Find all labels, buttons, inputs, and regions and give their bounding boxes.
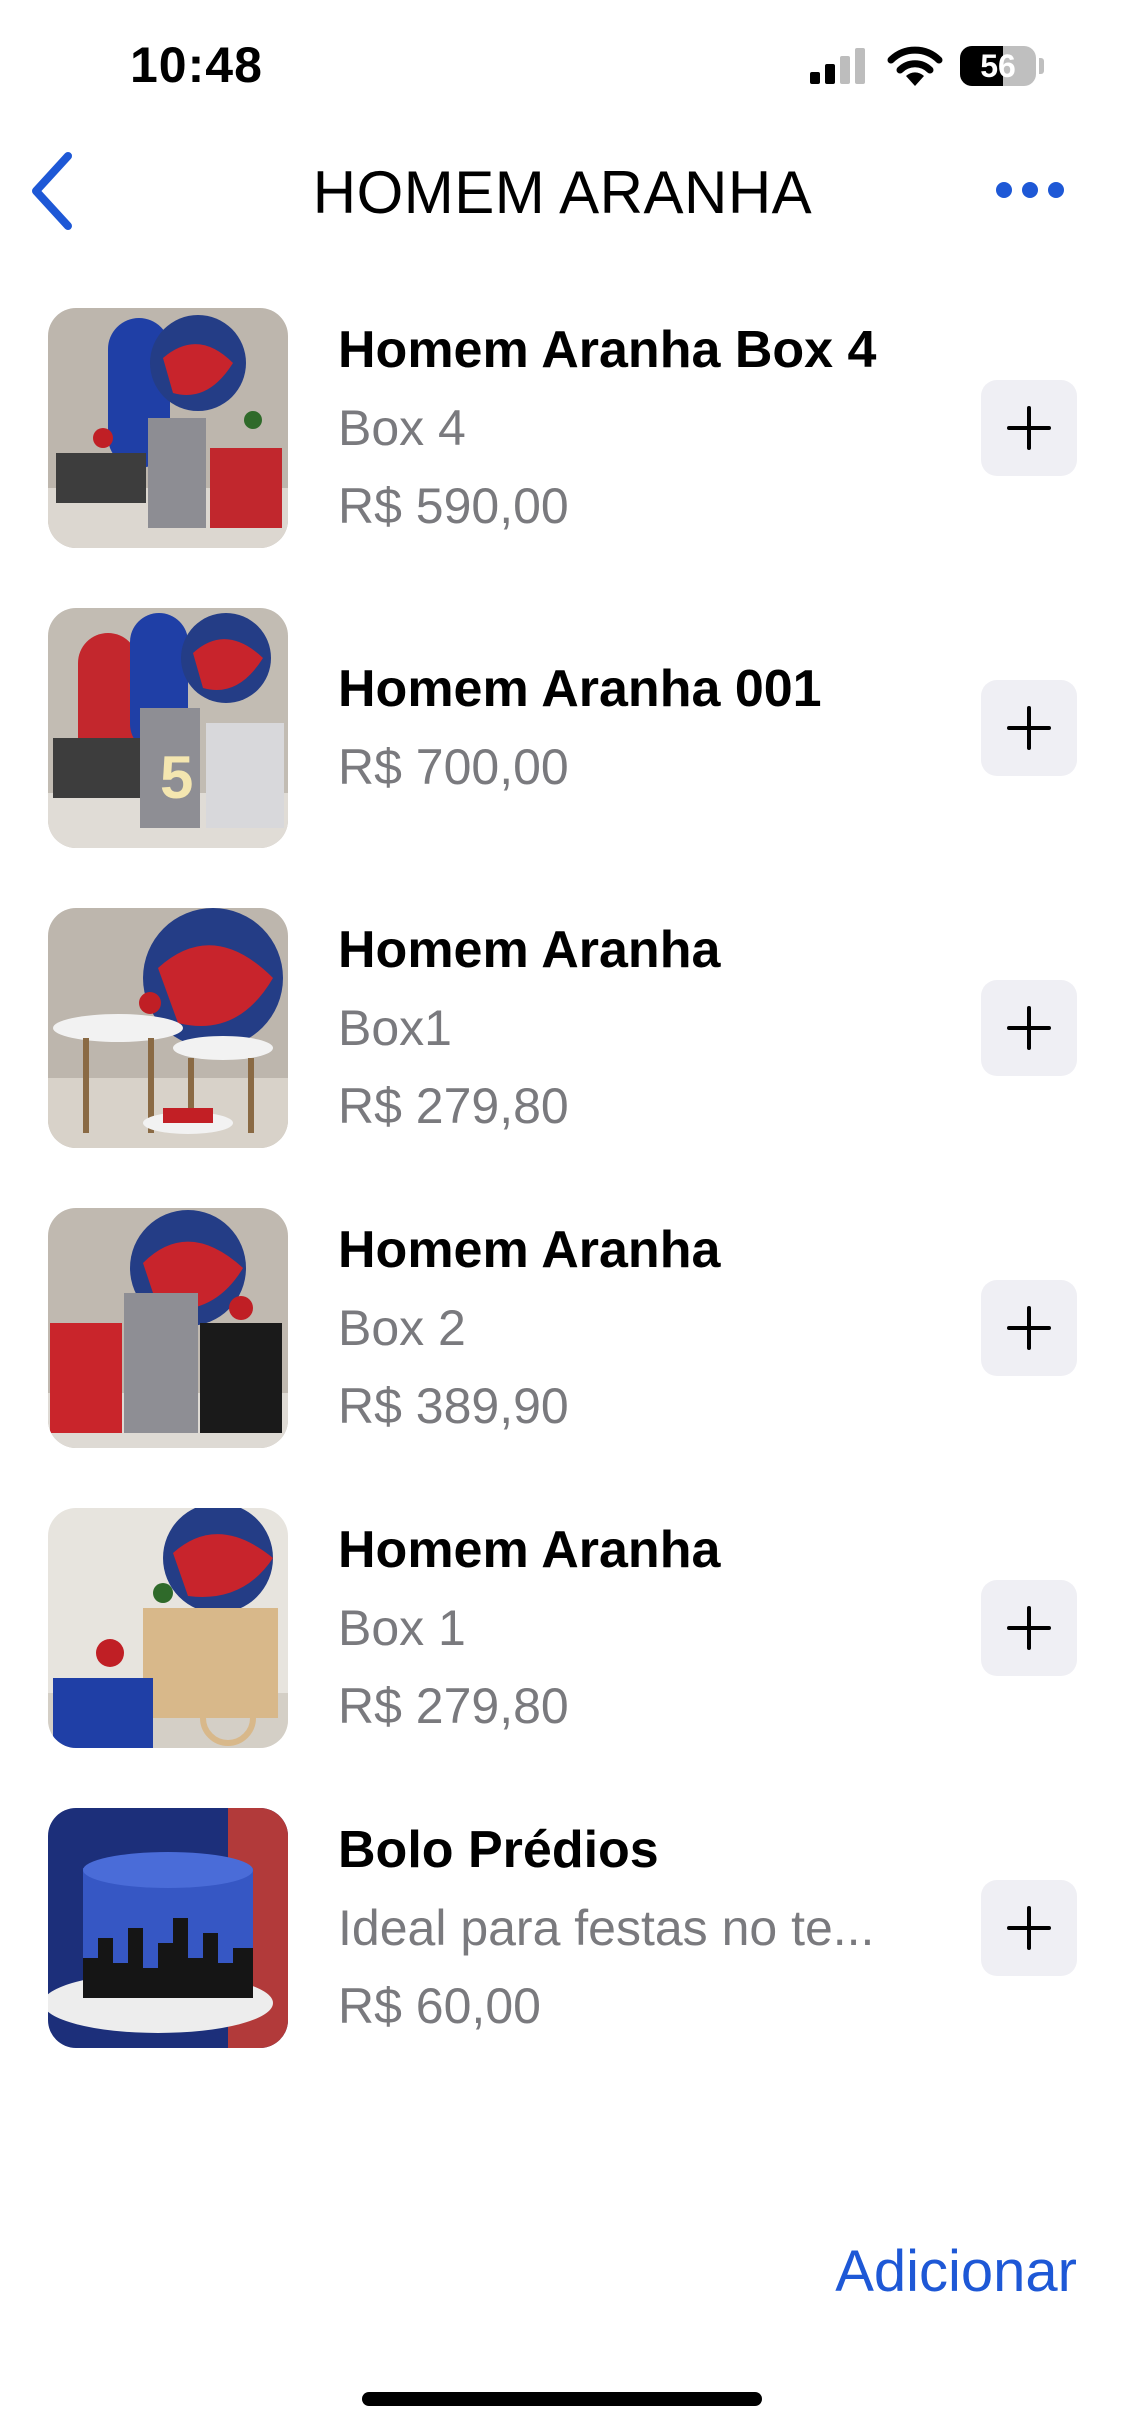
add-item-button[interactable] — [981, 1580, 1077, 1676]
navigation-bar: HOMEM ARANHA — [0, 130, 1125, 250]
product-image: 5 — [48, 608, 288, 848]
item-price: R$ 389,90 — [338, 1378, 569, 1434]
home-indicator[interactable] — [362, 2392, 762, 2406]
add-item-button[interactable] — [981, 380, 1077, 476]
item-subtitle: Box 4 — [338, 400, 466, 456]
item-price: R$ 700,00 — [338, 739, 569, 795]
list-item[interactable]: Homem Aranha Box 2 R$ 389,90 — [0, 1208, 1125, 1508]
product-image — [48, 308, 288, 548]
wifi-icon — [887, 46, 943, 86]
plus-icon — [1007, 1906, 1051, 1950]
product-image — [48, 1508, 288, 1748]
product-image — [48, 1808, 288, 2048]
product-list: Homem Aranha Box 4 Box 4 R$ 590,00 5 Hom… — [0, 308, 1125, 2108]
ellipsis-icon — [996, 182, 1064, 198]
item-title: Homem Aranha — [338, 1521, 721, 1579]
item-title: Bolo Prédios — [338, 1821, 659, 1879]
list-item[interactable]: Homem Aranha Box1 R$ 279,80 — [0, 908, 1125, 1208]
item-price: R$ 590,00 — [338, 478, 569, 534]
add-button[interactable]: Adicionar — [835, 2238, 1077, 2305]
item-title: Homem Aranha Box 4 — [338, 321, 877, 379]
item-subtitle: Box 2 — [338, 1300, 466, 1356]
add-item-button[interactable] — [981, 680, 1077, 776]
battery-icon: 56 — [960, 46, 1044, 88]
item-subtitle: Box1 — [338, 1000, 452, 1056]
cellular-signal-icon — [810, 48, 865, 84]
add-item-button[interactable] — [981, 1880, 1077, 1976]
item-price: R$ 279,80 — [338, 1078, 569, 1134]
status-bar: 10:48 56 — [0, 0, 1125, 130]
item-price: R$ 279,80 — [338, 1678, 569, 1734]
add-item-button[interactable] — [981, 980, 1077, 1076]
more-options-button[interactable] — [990, 170, 1070, 210]
add-item-button[interactable] — [981, 1280, 1077, 1376]
battery-percentage: 56 — [980, 48, 1016, 84]
product-image — [48, 1208, 288, 1448]
item-price: R$ 60,00 — [338, 1978, 541, 2034]
list-item[interactable]: Bolo Prédios Ideal para festas no te... … — [0, 1808, 1125, 2108]
item-subtitle: Ideal para festas no te... — [338, 1900, 875, 1956]
plus-icon — [1007, 1006, 1051, 1050]
list-item[interactable]: 5 Homem Aranha 001 R$ 700,00 — [0, 608, 1125, 908]
status-time: 10:48 — [130, 37, 263, 93]
item-title: Homem Aranha — [338, 1221, 721, 1279]
item-title: Homem Aranha — [338, 921, 721, 979]
svg-text:5: 5 — [160, 744, 193, 811]
plus-icon — [1007, 706, 1051, 750]
plus-icon — [1007, 1306, 1051, 1350]
product-image — [48, 908, 288, 1148]
item-subtitle: Box 1 — [338, 1600, 466, 1656]
plus-icon — [1007, 1606, 1051, 1650]
plus-icon — [1007, 406, 1051, 450]
item-title: Homem Aranha 001 — [338, 660, 822, 718]
list-item[interactable]: Homem Aranha Box 1 R$ 279,80 — [0, 1508, 1125, 1808]
page-title: HOMEM ARANHA — [312, 159, 813, 226]
list-item[interactable]: Homem Aranha Box 4 Box 4 R$ 590,00 — [0, 308, 1125, 608]
